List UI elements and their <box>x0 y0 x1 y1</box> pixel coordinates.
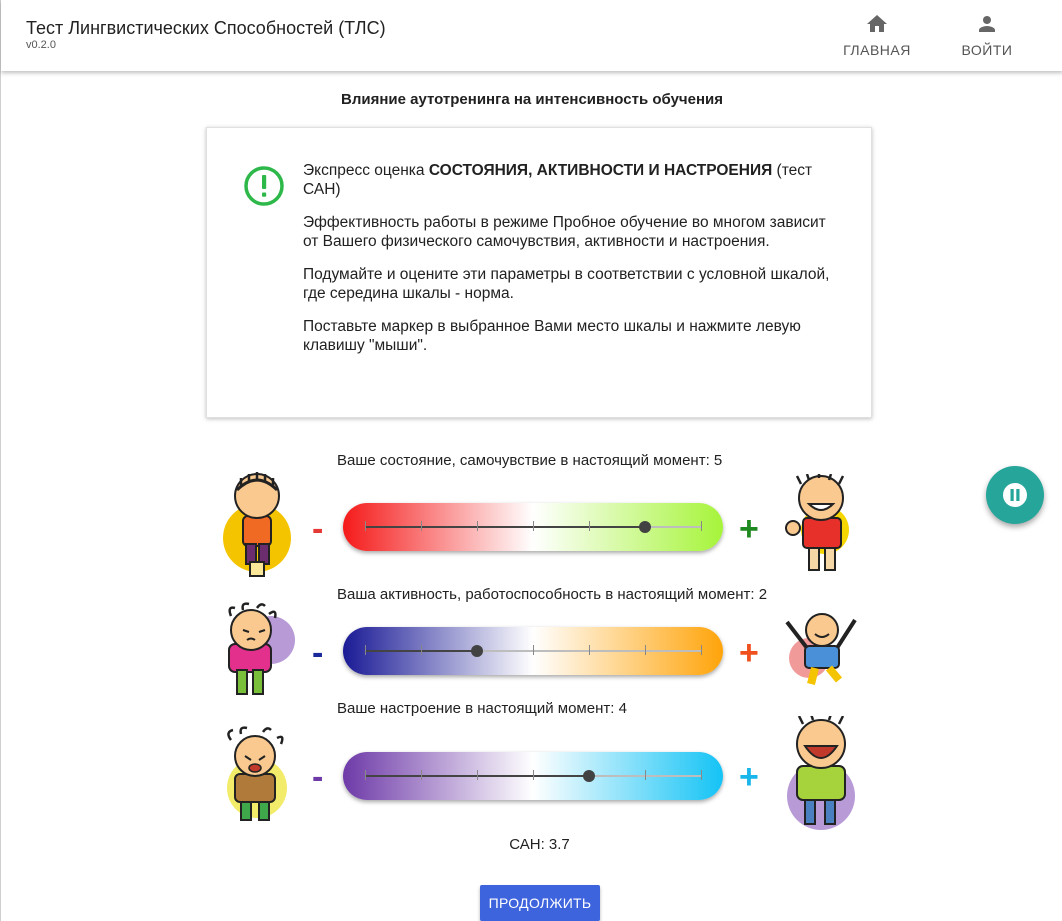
login-button-label: ВОЙТИ <box>961 42 1013 58</box>
alert-circle-icon <box>244 166 284 206</box>
minus-sign: - <box>312 510 324 548</box>
info-paragraph: Эффективность работы в режиме Пробное об… <box>303 214 826 250</box>
pause-icon <box>1003 483 1027 507</box>
slider-tick <box>645 645 646 655</box>
plus-sign: + <box>739 758 759 796</box>
jumping-kid-icon <box>785 613 857 685</box>
slider-tick <box>533 521 534 531</box>
slider-track <box>365 521 702 533</box>
happy-kid-thumbs-up-icon <box>785 474 849 571</box>
scale-label-activity: Ваша активность, работоспособность в нас… <box>337 586 768 603</box>
slider-tick <box>421 645 422 655</box>
page-heading: Влияние аутотренинга на интенсивность об… <box>340 91 724 108</box>
slider-tick <box>533 770 534 780</box>
app-title: Тест Лингвистических Способностей (ТЛС) <box>26 18 386 38</box>
scale-label-mood: Ваше настроение в настоящий момент: 4 <box>337 700 627 717</box>
slider-tick <box>589 521 590 531</box>
home-button[interactable]: ГЛАВНАЯ <box>829 12 925 64</box>
info-paragraph: Поставьте маркер в выбранное Вами место … <box>303 318 801 354</box>
slider-tick <box>365 645 366 655</box>
slider-tick <box>421 770 422 780</box>
slider-track <box>365 645 702 657</box>
slider-track <box>365 770 702 782</box>
laughing-kid-icon <box>787 716 855 830</box>
slider-tick <box>365 521 366 531</box>
mood-slider[interactable] <box>343 752 723 800</box>
home-button-label: ГЛАВНАЯ <box>843 42 911 58</box>
login-button[interactable]: ВОЙТИ <box>939 12 1035 64</box>
pause-button[interactable] <box>986 466 1044 524</box>
state-slider[interactable] <box>343 503 723 551</box>
tired-kid-icon <box>228 602 295 695</box>
slider-tick <box>701 770 702 780</box>
slider-tick <box>477 770 478 780</box>
slider-thumb[interactable] <box>471 645 483 657</box>
san-result: САН: 3.7 <box>509 836 570 853</box>
plus-sign: + <box>739 510 759 548</box>
activity-slider[interactable] <box>343 627 723 675</box>
slider-tick <box>365 770 366 780</box>
account-icon <box>979 16 995 32</box>
plus-sign: + <box>739 634 759 672</box>
slider-tick <box>645 770 646 780</box>
scale-label-state: Ваше состояние, самочувствие в настоящий… <box>337 452 723 469</box>
home-icon <box>867 15 887 32</box>
crying-kid-icon <box>227 726 287 821</box>
slider-thumb[interactable] <box>583 770 595 782</box>
slider-tick <box>533 645 534 655</box>
slider-tick <box>477 521 478 531</box>
info-text: Экспресс оценка СОСТОЯНИЯ, АКТИВНОСТИ И … <box>303 161 843 369</box>
slider-tick <box>589 645 590 655</box>
slider-tick <box>701 521 702 531</box>
slider-track-fill <box>365 526 645 528</box>
minus-sign: - <box>312 758 324 796</box>
slider-tick <box>421 521 422 531</box>
slider-tick <box>701 645 702 655</box>
app-version: v0.2.0 <box>26 39 56 51</box>
info-intro: Экспресс оценка СОСТОЯНИЯ, АКТИВНОСТИ И … <box>303 162 813 198</box>
sad-kid-icon <box>223 472 291 577</box>
app-bar: Тест Лингвистических Способностей (ТЛС) … <box>1 0 1062 71</box>
slider-thumb[interactable] <box>639 521 651 533</box>
info-paragraph: Подумайте и оцените эти параметры в соот… <box>303 266 830 302</box>
continue-button[interactable]: ПРОДОЛЖИТЬ <box>480 885 600 921</box>
info-card: Экспресс оценка СОСТОЯНИЯ, АКТИВНОСТИ И … <box>206 127 872 418</box>
minus-sign: - <box>312 634 324 672</box>
